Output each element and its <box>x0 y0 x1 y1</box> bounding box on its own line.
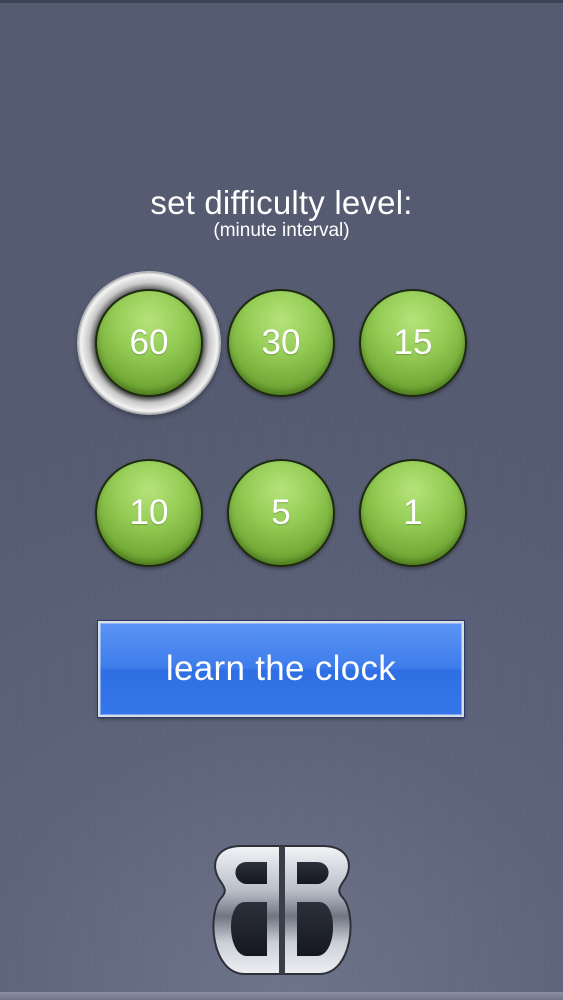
level-button-5[interactable]: 5 <box>227 459 335 567</box>
level-button-1[interactable]: 1 <box>359 459 467 567</box>
top-edge <box>0 0 563 3</box>
level-button-60[interactable]: 60 <box>95 289 203 397</box>
level-button-15[interactable]: 15 <box>359 289 467 397</box>
page-title: set difficulty level: <box>150 184 413 221</box>
level-button-10[interactable]: 10 <box>95 459 203 567</box>
bottom-edge <box>0 992 563 1000</box>
learn-the-clock-button[interactable]: learn the clock <box>97 620 465 718</box>
page-subtitle: (minute interval) <box>213 220 350 241</box>
bb-logo-icon <box>212 845 352 975</box>
level-button-30[interactable]: 30 <box>227 289 335 397</box>
